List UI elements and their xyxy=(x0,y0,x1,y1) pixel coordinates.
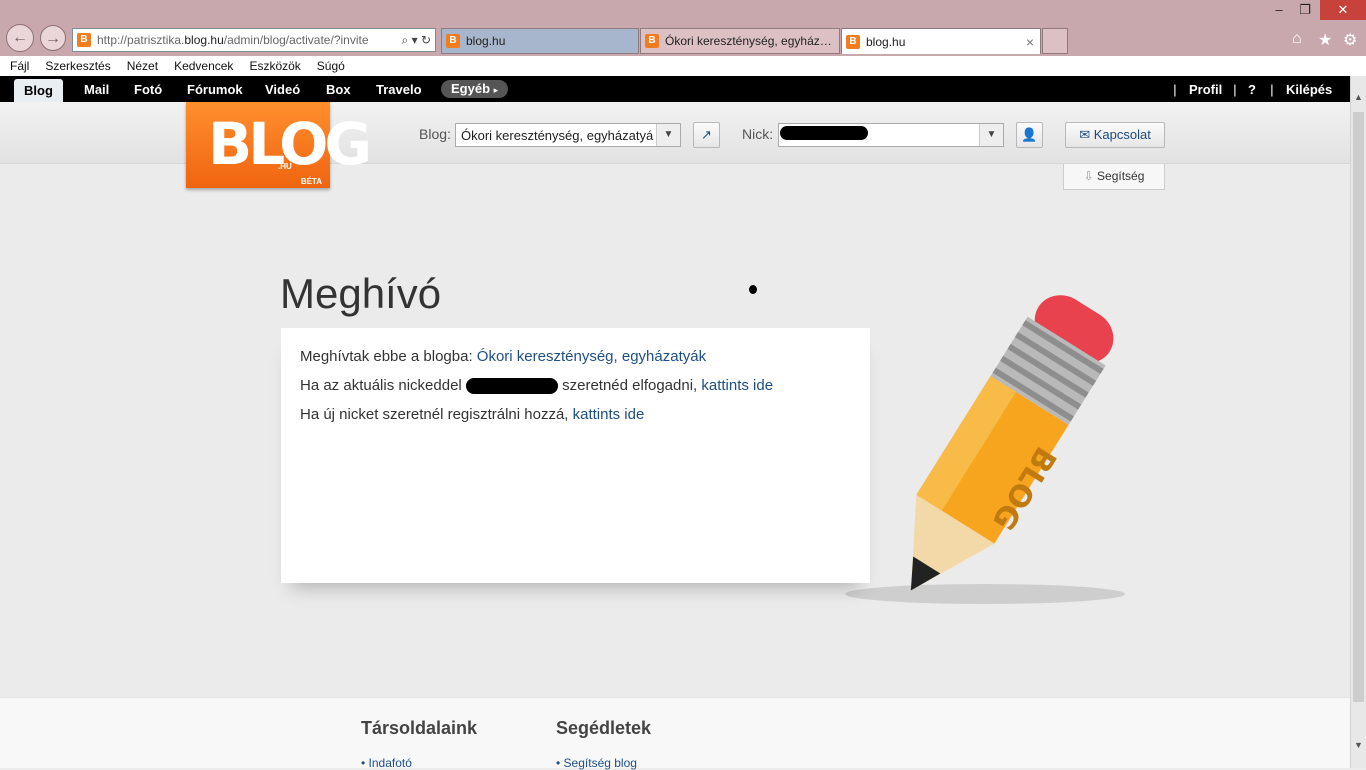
close-tab-icon[interactable]: × xyxy=(1026,34,1034,50)
cursor-dot xyxy=(749,285,757,294)
menu-bar: Fájl Szerkesztés Nézet Kedvencek Eszközö… xyxy=(0,56,1366,76)
nav-separator: | xyxy=(1270,82,1274,97)
nick-label: Nick: xyxy=(742,126,774,142)
chevron-down-icon: ▼ xyxy=(656,124,680,146)
window-close-icon[interactable]: ✕ xyxy=(1320,0,1366,20)
back-button[interactable]: ← xyxy=(6,24,34,52)
nav-box[interactable]: Box xyxy=(326,82,351,97)
invite-line-blog: Meghívtak ebbe a blogba: Ókori keresztén… xyxy=(300,348,707,365)
menu-tools[interactable]: Eszközök xyxy=(249,59,300,73)
footer-title-tarsoldalaink: Társoldalaink xyxy=(361,718,478,738)
chevron-down-icon: ▼ xyxy=(979,124,1003,146)
user-icon: 👤 xyxy=(1021,127,1038,142)
forward-arrow-icon: → xyxy=(45,30,61,47)
footer: Társoldalaink • Indafotó Segédletek • Se… xyxy=(0,697,1350,770)
blog-link[interactable]: Ókori kereszténység, egyházatyák xyxy=(477,348,706,365)
scroll-up-icon[interactable]: ▲ xyxy=(1354,92,1363,102)
browser-chrome: ← → B http://patrisztika.blog.hu/admin/b… xyxy=(0,0,1366,76)
settings-gear-icon[interactable]: ⚙ xyxy=(1343,30,1357,50)
nav-foto[interactable]: Fotó xyxy=(134,82,162,97)
address-text: http://patrisztika.blog.hu/admin/blog/ac… xyxy=(97,33,369,47)
help-button[interactable]: ⇩ Segítség xyxy=(1063,164,1165,190)
nav-separator: | xyxy=(1233,82,1237,97)
restore-icon[interactable]: ❐ xyxy=(1290,0,1320,20)
nav-video[interactable]: Videó xyxy=(265,82,300,97)
tab-okori[interactable]: B Ókori kereszténység, egyházat... xyxy=(640,28,840,54)
forward-button[interactable]: → xyxy=(40,25,66,51)
accept-link[interactable]: kattints ide xyxy=(701,377,773,394)
vertical-scrollbar[interactable]: ▲ ▼ xyxy=(1350,76,1366,768)
invite-line-register: Ha új nicket szeretnél regisztrálni hozz… xyxy=(300,406,645,423)
favorites-star-icon[interactable]: ★ xyxy=(1318,30,1332,50)
blog-label: Blog: xyxy=(419,126,451,142)
external-link-icon: ↗ xyxy=(701,127,712,142)
nav-mail[interactable]: Mail xyxy=(84,82,109,97)
back-arrow-icon: ← xyxy=(12,29,28,46)
redacted-nick xyxy=(780,126,868,140)
nav-travelo[interactable]: Travelo xyxy=(376,82,422,97)
contact-button[interactable]: ✉ Kapcsolat xyxy=(1065,122,1165,148)
scroll-down-icon[interactable]: ▼ xyxy=(1354,740,1363,750)
favicon-icon: B xyxy=(446,34,460,48)
new-tab-button[interactable] xyxy=(1042,28,1068,54)
favicon-icon: B xyxy=(846,34,860,49)
footer-title-segedletek: Segédletek xyxy=(556,718,652,738)
home-icon[interactable]: ⌂ xyxy=(1292,30,1302,48)
nav-egyeb[interactable]: Egyéb ▸ xyxy=(441,80,509,98)
address-bar[interactable]: B http://patrisztika.blog.hu/admin/blog/… xyxy=(72,28,436,52)
scroll-thumb[interactable] xyxy=(1353,112,1364,702)
address-actions-icon[interactable]: ⌕ ▾ ↻ xyxy=(398,33,435,48)
nav-help-question[interactable]: ? xyxy=(1248,82,1256,97)
menu-view[interactable]: Nézet xyxy=(127,59,158,73)
redacted-nick xyxy=(465,378,558,395)
main-area: Blog: Ókori kereszténység, egyházatyá ▼ ↗… xyxy=(0,102,1350,770)
envelope-icon: ✉ xyxy=(1079,127,1091,142)
menu-file[interactable]: Fájl xyxy=(10,59,29,73)
nav-profil[interactable]: Profil xyxy=(1189,82,1222,97)
favicon-icon: B xyxy=(645,34,659,48)
page-title: Meghívó xyxy=(280,270,442,317)
favicon-icon: B xyxy=(77,33,91,47)
nav-kilepes[interactable]: Kilépés xyxy=(1286,82,1332,97)
blog-hu-logo[interactable]: BLOG .HU BÉTA xyxy=(186,102,372,188)
register-link[interactable]: kattints ide xyxy=(573,406,645,423)
invite-line-accept: Ha az aktuális nickeddel szeretnéd elfog… xyxy=(300,377,774,395)
user-settings-button[interactable]: 👤 xyxy=(1016,122,1043,148)
menu-edit[interactable]: Szerkesztés xyxy=(45,59,110,73)
tab-blog-hu-active[interactable]: Bblog.hu × xyxy=(841,28,1041,54)
nav-forumok[interactable]: Fórumok xyxy=(187,82,243,97)
blog-select[interactable]: Ókori kereszténység, egyházatyá ▼ xyxy=(455,123,681,147)
nav-separator: | xyxy=(1173,82,1177,97)
site-navigation: Blog Mail Fotó Fórumok Videó Box Travelo… xyxy=(0,76,1350,102)
pencil-illustration: BLOG xyxy=(845,295,1125,604)
chevron-right-icon: ▸ xyxy=(493,85,499,95)
nav-blog[interactable]: Blog xyxy=(14,79,63,102)
open-blog-button[interactable]: ↗ xyxy=(693,122,720,148)
invite-card: Meghívtak ebbe a blogba: Ókori keresztén… xyxy=(281,328,870,583)
arrow-down-icon: ⇩ xyxy=(1083,169,1094,183)
menu-favorites[interactable]: Kedvencek xyxy=(174,59,233,73)
tab-blog-hu[interactable]: Bblog.hu xyxy=(441,28,639,54)
menu-help[interactable]: Súgó xyxy=(317,59,345,73)
